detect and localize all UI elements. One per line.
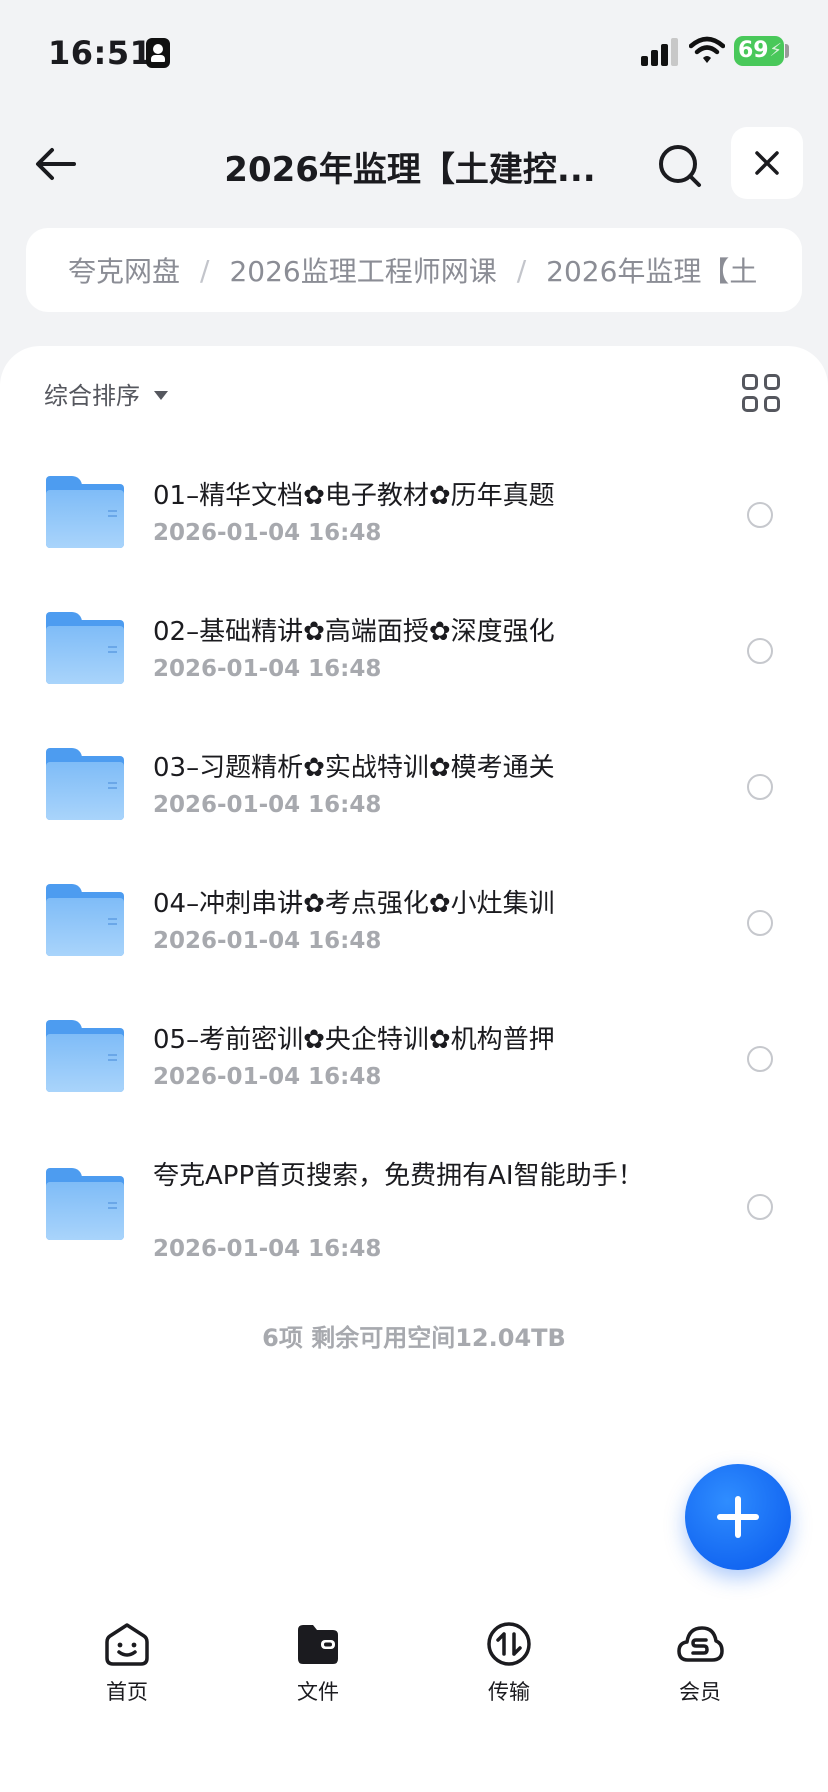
folder-icon (298, 1625, 338, 1664)
tab-files[interactable]: 文件 (258, 1620, 378, 1710)
select-radio[interactable] (747, 1046, 773, 1072)
breadcrumb-separator: / (516, 253, 527, 287)
home-smile-icon (105, 1623, 149, 1666)
file-date: 2026-01-04 16:48 (153, 1236, 382, 1262)
file-date: 2026-01-04 16:48 (153, 520, 382, 546)
battery-cap (785, 44, 789, 58)
caret-down-icon (154, 390, 168, 400)
battery-level: 69 (738, 38, 769, 63)
breadcrumb-separator: / (200, 253, 210, 287)
search-icon (659, 145, 701, 187)
tab-label: 会员 (679, 1680, 721, 1704)
file-date: 2026-01-04 16:48 (153, 656, 382, 682)
tab-label: 传输 (488, 1680, 530, 1704)
list-item[interactable]: 01–精华文档✿电子教材✿历年真题 2026-01-04 16:48 (0, 446, 828, 582)
status-bar: 16:51 69 ⚡ (0, 0, 828, 100)
breadcrumb-item[interactable]: 2026监理工程师网课 (229, 250, 496, 290)
status-time: 16:51 (48, 34, 153, 72)
sort-label: 综合排序 (44, 382, 140, 410)
list-item[interactable]: 02–基础精讲✿高端面授✿深度强化 2026-01-04 16:48 (0, 582, 828, 718)
breadcrumb: 夸克网盘 / 2026监理工程师网课 / 2026年监理【土 (26, 228, 802, 312)
add-button[interactable] (685, 1464, 791, 1570)
file-date: 2026-01-04 16:48 (153, 792, 382, 818)
file-date: 2026-01-04 16:48 (153, 928, 382, 954)
file-name: 夸克APP首页搜索，免费拥有AI智能助手！ (153, 1161, 644, 1191)
list-item[interactable]: 04–冲刺串讲✿考点强化✿小灶集训 2026-01-04 16:48 (0, 854, 828, 990)
file-name: 01–精华文档✿电子教材✿历年真题 (153, 481, 555, 511)
page-title: 2026年监理【土建控... (224, 150, 596, 190)
battery-icon: 69 ⚡ (734, 36, 784, 66)
close-button[interactable] (731, 127, 803, 199)
arrow-left-icon (36, 148, 76, 180)
select-radio[interactable] (747, 910, 773, 936)
list-item[interactable]: 05–考前密训✿央企特训✿机构普押 2026-01-04 16:48 (0, 990, 828, 1126)
tab-transfer[interactable]: 传输 (449, 1620, 569, 1710)
grid-view-icon (742, 374, 758, 390)
transfer-icon (487, 1622, 531, 1666)
breadcrumb-fade (752, 228, 802, 312)
sort-dropdown[interactable]: 综合排序 (44, 376, 168, 411)
member-cloud-icon (677, 1626, 724, 1662)
select-radio[interactable] (747, 502, 773, 528)
file-date: 2026-01-04 16:48 (153, 1064, 382, 1090)
file-name: 02–基础精讲✿高端面授✿深度强化 (153, 617, 555, 647)
folder-icon (46, 748, 124, 820)
close-icon (755, 151, 779, 175)
grid-view-toggle[interactable] (742, 374, 782, 414)
select-radio[interactable] (747, 774, 773, 800)
folder-icon (46, 1168, 124, 1240)
file-name: 03–习题精析✿实战特训✿模考通关 (153, 753, 555, 783)
search-button[interactable] (652, 138, 708, 194)
contact-card-icon (146, 38, 170, 68)
folder-icon (46, 1020, 124, 1092)
back-button[interactable] (30, 138, 82, 190)
list-item[interactable]: 03–习题精析✿实战特训✿模考通关 2026-01-04 16:48 (0, 718, 828, 854)
select-radio[interactable] (747, 1194, 773, 1220)
breadcrumb-item[interactable]: 夸克网盘 (68, 250, 180, 290)
breadcrumb-item-current[interactable]: 2026年监理【土 (546, 250, 757, 290)
charging-bolt-icon: ⚡ (769, 40, 782, 61)
tab-home[interactable]: 首页 (67, 1620, 187, 1710)
file-browser-screen: 16:51 69 ⚡ 2026年监理【土建控... 夸克网盘 / 2026监理工… (0, 0, 828, 1792)
folder-icon (46, 884, 124, 956)
storage-summary: 6项 剩余可用空间12.04TB (262, 1324, 566, 1352)
file-name: 04–冲刺串讲✿考点强化✿小灶集训 (153, 889, 555, 919)
tab-label: 首页 (106, 1680, 148, 1704)
file-name: 05–考前密训✿央企特训✿机构普押 (153, 1025, 555, 1055)
folder-icon (46, 476, 124, 548)
select-radio[interactable] (747, 638, 773, 664)
bottom-tab-bar: 首页 文件 传输 会员 (0, 1600, 828, 1792)
tab-member[interactable]: 会员 (640, 1620, 760, 1710)
file-list: 01–精华文档✿电子教材✿历年真题 2026-01-04 16:48 02–基础… (0, 446, 828, 1286)
wifi-icon (689, 36, 725, 63)
folder-icon (46, 612, 124, 684)
signal-icon (641, 38, 679, 66)
tab-label: 文件 (297, 1680, 339, 1704)
file-list-panel: 综合排序 01–精华文档✿电子教材✿历年真题 2026-01-04 16:48 … (0, 346, 828, 1792)
list-item[interactable]: 夸克APP首页搜索，免费拥有AI智能助手！ 2026-01-04 16:48 (0, 1126, 828, 1286)
